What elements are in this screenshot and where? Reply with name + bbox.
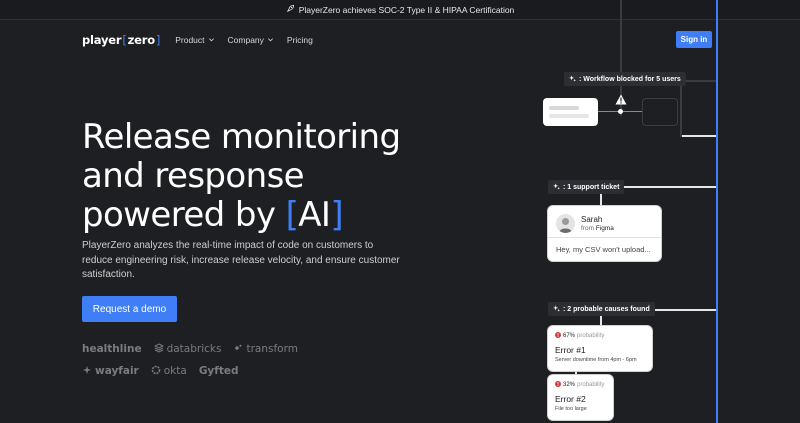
workflow-step-card-blocked — [642, 98, 678, 126]
logo-text-zero: zero — [127, 33, 155, 47]
ai-text: AI — [298, 195, 331, 235]
chevron-down-icon — [267, 35, 274, 45]
hero-heading-line3: powered by [AI] — [82, 196, 502, 235]
org-name: Figma — [595, 225, 614, 232]
workflow-step-card — [543, 98, 598, 126]
playerzero-logo[interactable]: player [ zero ] — [82, 33, 161, 47]
healthline-logo: healthline — [82, 343, 142, 355]
probable-causes-tag: : 2 probable causes found — [548, 302, 655, 316]
top-nav: player [ zero ] Product Company Pricing — [82, 32, 313, 48]
ticket-message: Hey, my CSV won't upload... — [556, 245, 651, 254]
nav-item-label: Company — [227, 35, 264, 45]
nav-menu: Product Company Pricing — [175, 35, 313, 45]
flow-connector — [680, 135, 716, 137]
probability-value: 32% — [563, 382, 576, 388]
rocket-icon — [286, 4, 295, 15]
cause-probability: 67% probability — [555, 332, 604, 340]
probability-label: probability — [577, 382, 605, 388]
okta-icon — [151, 365, 161, 378]
warning-icon — [615, 94, 627, 105]
from-prefix: from — [581, 225, 596, 232]
divider — [548, 237, 661, 238]
logo-row-1: healthline databricks transform — [82, 341, 298, 357]
logo-label: databricks — [166, 343, 222, 355]
probable-cause-card[interactable]: 67% probability Error #1 Server downtime… — [548, 326, 652, 371]
logo-label: wayfair — [95, 365, 139, 377]
sparkle-icon — [569, 74, 576, 84]
hero-heading-line2: and response — [82, 156, 305, 196]
nav-item-label: Pricing — [286, 35, 313, 45]
timeline-line — [716, 0, 718, 423]
transform-logo: transform — [233, 343, 298, 356]
gyfted-logo: Gyfted — [199, 365, 239, 377]
placeholder-bar — [549, 106, 579, 110]
error-icon — [555, 332, 561, 340]
cause-description: Server downtime from 4pm - 6pm — [555, 357, 637, 363]
request-demo-button[interactable]: Request a demo — [82, 296, 177, 322]
tag-label: : 1 support ticket — [563, 183, 620, 191]
logo-row-2: wayfair okta Gyfted — [82, 363, 298, 379]
cause-probability: 32% probability — [555, 381, 604, 389]
logo-text-player: player — [82, 33, 122, 47]
customer-logos: healthline databricks transform wayfair … — [82, 341, 298, 385]
support-ticket-card[interactable]: Sarah from Figma Hey, my CSV won't uploa… — [548, 206, 661, 261]
ai-bracket-open: [ — [285, 195, 299, 235]
flow-connector — [680, 80, 682, 137]
nav-item-pricing[interactable]: Pricing — [287, 35, 313, 45]
cause-title: Error #1 — [555, 345, 586, 355]
nav-item-product[interactable]: Product — [175, 35, 214, 45]
workflow-blocked-tag: : Workflow blocked for 5 users — [564, 72, 686, 86]
placeholder-bar — [549, 114, 589, 118]
support-ticket-tag: : 1 support ticket — [548, 180, 625, 194]
hero-heading: Release monitoring and response powered … — [82, 118, 502, 235]
wayfair-logo: wayfair — [82, 365, 139, 378]
sparkle-icon — [553, 182, 560, 192]
logo-label: transform — [246, 343, 298, 355]
avatar — [556, 214, 575, 233]
banner-text: PlayerZero achieves SOC-2 Type II & HIPA… — [298, 4, 515, 15]
probability-label: probability — [577, 333, 605, 339]
transform-icon — [233, 343, 243, 356]
hero-heading-prefix: powered by — [82, 195, 286, 235]
chevron-down-icon — [208, 35, 215, 45]
nav-item-company[interactable]: Company — [228, 35, 274, 45]
probable-cause-card[interactable]: 32% probability Error #2 File too large — [548, 375, 613, 420]
nav-item-label: Product — [175, 35, 205, 45]
logo-bracket-open: [ — [122, 33, 127, 47]
databricks-logo: databricks — [153, 342, 222, 356]
logo-label: healthline — [82, 343, 142, 355]
tag-label: : 2 probable causes found — [563, 305, 650, 313]
sparkle-icon — [553, 304, 560, 314]
cause-description: File too large — [555, 406, 587, 412]
flow-node — [618, 109, 623, 114]
probability-value: 67% — [563, 333, 576, 339]
hero-heading-line1: Release monitoring — [82, 117, 401, 157]
ai-bracket-close: ] — [330, 195, 343, 235]
logo-bracket-close: ] — [155, 33, 161, 47]
wayfair-icon — [82, 365, 92, 378]
okta-logo: okta — [151, 365, 187, 378]
cause-title: Error #2 — [555, 394, 586, 404]
sign-in-button[interactable]: Sign in — [676, 31, 712, 48]
logo-label: okta — [163, 365, 187, 377]
ticket-user-name: Sarah — [581, 215, 603, 224]
announcement-banner[interactable]: PlayerZero achieves SOC-2 Type II & HIPA… — [0, 0, 800, 20]
tag-label: : Workflow blocked for 5 users — [579, 75, 681, 83]
logo-label: Gyfted — [198, 365, 239, 377]
error-icon — [555, 381, 561, 389]
hero-subtitle: PlayerZero analyzes the real-time impact… — [82, 240, 400, 280]
databricks-icon — [153, 342, 164, 356]
ticket-user-org: from Figma — [581, 225, 614, 232]
